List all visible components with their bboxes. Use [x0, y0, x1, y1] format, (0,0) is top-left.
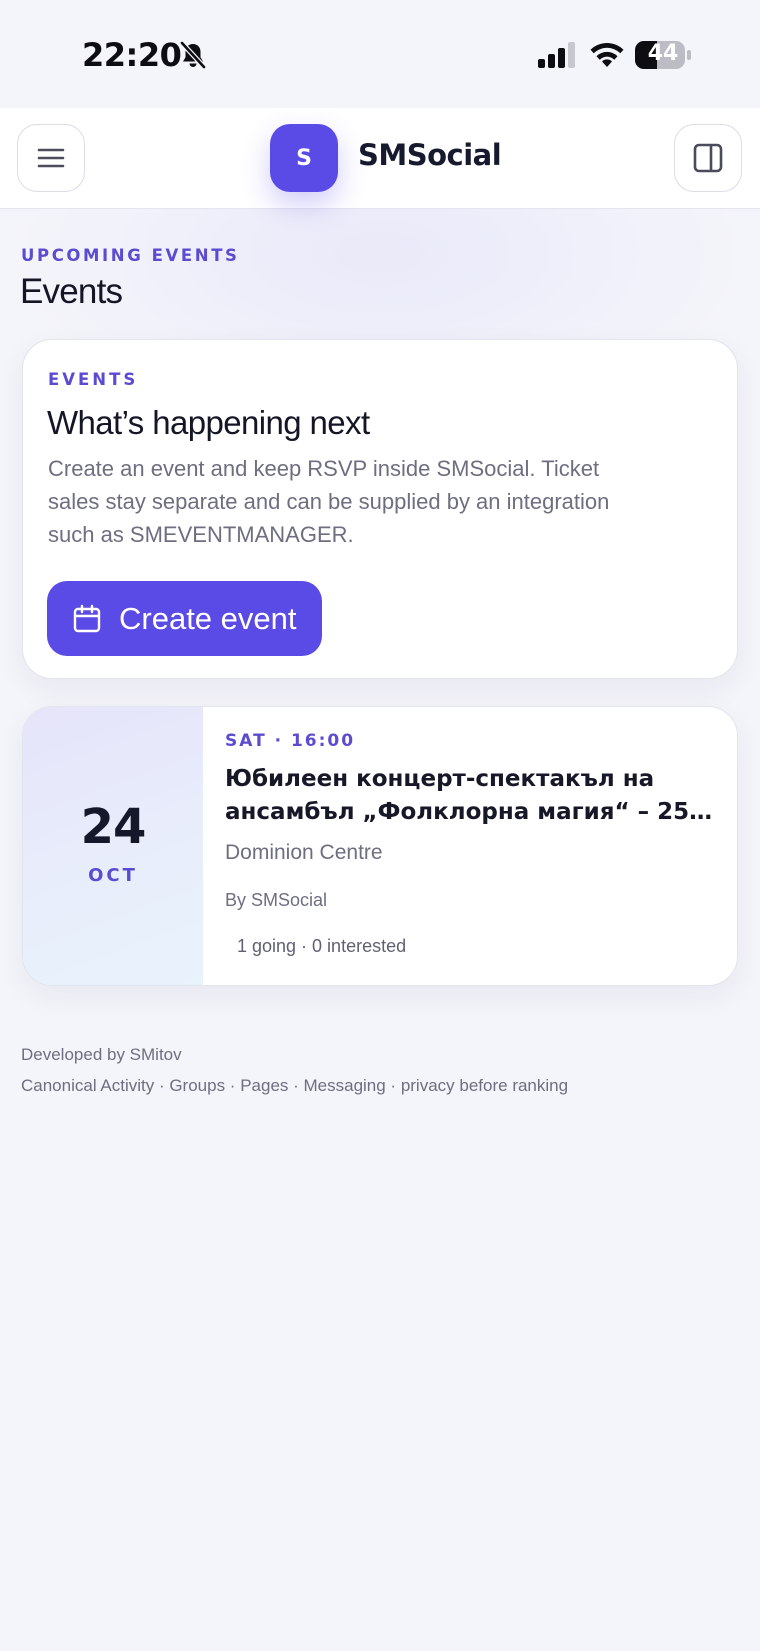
side-panel-button[interactable]	[674, 124, 742, 192]
brand-logo[interactable]: S	[270, 124, 338, 192]
card-description: Create an event and keep RSVP inside SMS…	[48, 456, 610, 547]
card-title: What’s happening next	[47, 404, 370, 441]
event-day: 24	[80, 799, 147, 855]
event-card[interactable]: 24 OCT SAT · 16:00 Юбилеен концерт-спект…	[22, 706, 738, 986]
event-title[interactable]: Юбилеен концерт-спектакъл на ансамбъл „Ф…	[225, 763, 715, 829]
status-bar: 22:20 44	[0, 0, 760, 108]
event-month: OCT	[88, 865, 138, 886]
status-time: 22:20	[82, 36, 182, 74]
event-time: SAT · 16:00	[225, 731, 356, 751]
brand-name[interactable]: SMSocial	[358, 138, 502, 172]
event-organizer: By SMSocial	[225, 890, 328, 910]
create-event-label: Create event	[119, 600, 297, 636]
card-eyebrow: EVENTS	[48, 370, 139, 389]
calendar-icon	[73, 604, 101, 632]
event-rsvp-stats: 1 going · 0 interested	[237, 936, 407, 956]
side-panel-icon	[693, 143, 723, 173]
event-date-block: 24 OCT	[23, 707, 203, 985]
app-header: S SMSocial	[0, 108, 760, 209]
create-event-button[interactable]: Create event	[47, 581, 322, 656]
cellular-signal-icon	[538, 42, 575, 68]
battery-level: 44	[647, 41, 679, 66]
page-eyebrow: UPCOMING EVENTS	[21, 246, 240, 265]
bell-off-icon	[180, 41, 206, 69]
footer-links: Canonical Activity · Groups · Pages · Me…	[21, 1076, 569, 1095]
wifi-icon	[590, 43, 624, 67]
hamburger-menu-icon	[37, 148, 65, 168]
menu-button[interactable]	[17, 124, 85, 192]
footer-credit: Developed by SMitov	[21, 1045, 182, 1064]
page-title: Events	[20, 272, 123, 311]
events-intro-card: EVENTS What’s happening next Create an e…	[22, 339, 738, 679]
event-venue: Dominion Centre	[225, 841, 383, 864]
